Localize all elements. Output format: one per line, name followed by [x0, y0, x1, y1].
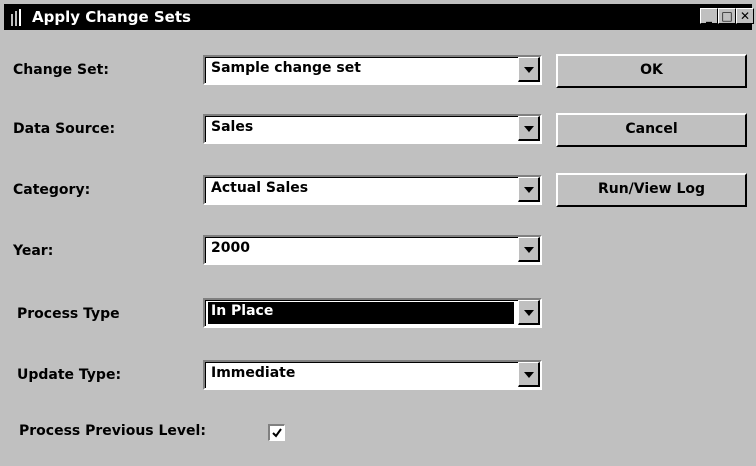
- process-type-dropdown-button[interactable]: [518, 300, 540, 325]
- close-button[interactable]: ✕: [736, 8, 754, 24]
- change-set-combo[interactable]: Sample change set: [203, 55, 542, 85]
- update-type-value: Immediate: [211, 365, 296, 381]
- process-type-combo[interactable]: In Place: [203, 298, 542, 328]
- data-source-label: Data Source:: [13, 121, 116, 137]
- update-type-label: Update Type:: [17, 367, 122, 383]
- app-icon: [11, 9, 21, 26]
- data-source-dropdown-button[interactable]: [518, 116, 540, 141]
- title-bar[interactable]: Apply Change Sets _ □ ✕: [4, 4, 754, 30]
- year-value: 2000: [211, 240, 250, 256]
- change-set-dropdown-button[interactable]: [518, 57, 540, 82]
- run-view-log-button[interactable]: Run/View Log: [556, 173, 747, 207]
- change-set-value: Sample change set: [211, 60, 361, 76]
- chevron-down-icon: [524, 187, 534, 193]
- category-dropdown-button[interactable]: [518, 177, 540, 202]
- change-set-label: Change Set:: [13, 62, 109, 78]
- category-value: Actual Sales: [211, 180, 309, 196]
- checkmark-icon: [272, 428, 282, 438]
- chevron-down-icon: [524, 372, 534, 378]
- chevron-down-icon: [524, 126, 534, 132]
- year-dropdown-button[interactable]: [518, 237, 540, 262]
- minimize-button[interactable]: _: [700, 8, 718, 24]
- combo-frame: [205, 116, 540, 142]
- update-type-dropdown-button[interactable]: [518, 362, 540, 387]
- category-combo[interactable]: Actual Sales: [203, 175, 542, 205]
- data-source-value: Sales: [211, 119, 254, 135]
- maximize-button[interactable]: □: [718, 8, 736, 24]
- process-previous-level-checkbox[interactable]: [268, 424, 285, 441]
- window-title: Apply Change Sets: [32, 8, 191, 26]
- chevron-down-icon: [524, 247, 534, 253]
- cancel-button[interactable]: Cancel: [556, 113, 747, 147]
- chevron-down-icon: [524, 310, 534, 316]
- process-previous-level-label: Process Previous Level:: [19, 423, 206, 439]
- year-label: Year:: [13, 243, 54, 259]
- chevron-down-icon: [524, 67, 534, 73]
- update-type-combo[interactable]: Immediate: [203, 360, 542, 390]
- category-label: Category:: [13, 182, 91, 198]
- apply-change-sets-dialog: Apply Change Sets _ □ ✕ Change Set: Samp…: [0, 0, 756, 466]
- process-type-label: Process Type: [17, 306, 120, 322]
- year-combo[interactable]: 2000: [203, 235, 542, 265]
- process-type-value: In Place: [211, 303, 274, 319]
- data-source-combo[interactable]: Sales: [203, 114, 542, 144]
- ok-button[interactable]: OK: [556, 54, 747, 88]
- combo-frame: [205, 237, 540, 263]
